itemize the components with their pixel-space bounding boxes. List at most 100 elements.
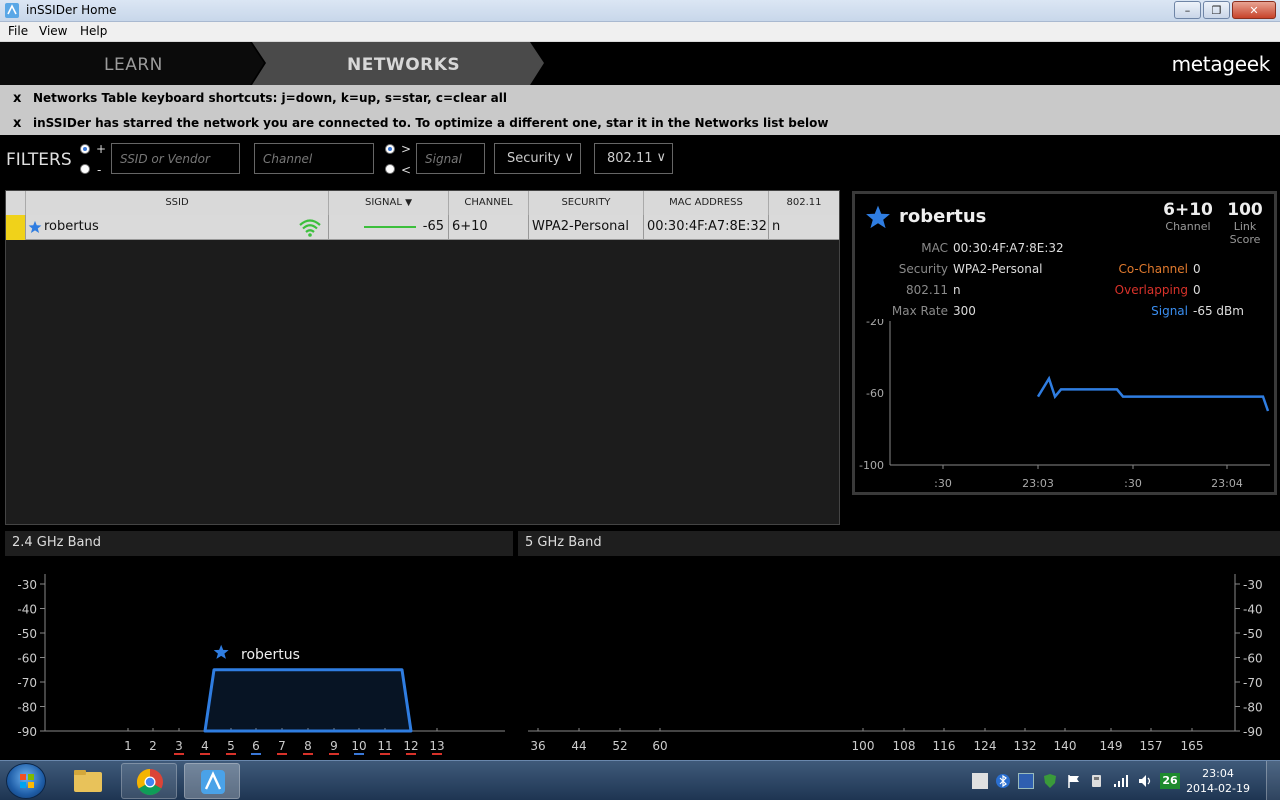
filters-label: FILTERS — [6, 150, 72, 170]
network-color-swatch — [6, 215, 26, 240]
menu-file[interactable]: File — [8, 24, 28, 38]
tray-clock[interactable]: 23:04 2014-02-19 — [1186, 766, 1250, 796]
tab-networks[interactable]: NETWORKS — [347, 55, 460, 75]
detail-channel-label: Channel — [1165, 220, 1211, 233]
action-center-flag-icon[interactable] — [1066, 773, 1082, 789]
tray-app-icon[interactable] — [972, 773, 988, 789]
x-tick-label: 5 — [227, 739, 235, 753]
x-tick-label: 108 — [893, 739, 916, 753]
star-icon — [213, 644, 229, 659]
exclude-label: - — [97, 163, 102, 177]
header-security[interactable]: SECURITY — [529, 191, 644, 215]
taskbar-explorer[interactable] — [60, 763, 116, 799]
filters-bar: FILTERS + - SSID or Vendor Channel > < S… — [0, 136, 1280, 181]
star-icon[interactable] — [28, 220, 42, 234]
tray-network-app-icon[interactable] — [1018, 773, 1034, 789]
signal-input[interactable]: Signal — [416, 143, 485, 174]
cell-signal: -65 — [329, 215, 449, 240]
network-detail-panel: robertus 6+10 Channel 100 Link Score MAC… — [852, 191, 1277, 495]
y-tick-label: -40 — [17, 603, 37, 617]
close-icon[interactable]: ✕ — [1232, 1, 1276, 19]
y-tick-label: -50 — [17, 627, 37, 641]
overlapping-label: Overlapping — [1114, 283, 1188, 297]
notice-text: inSSIDer has starred the network you are… — [33, 116, 829, 130]
x-tick-label: 23:03 — [1022, 477, 1054, 489]
taskbar-inssider[interactable] — [184, 763, 240, 799]
folder-icon — [74, 770, 102, 792]
detail-link-score-label: Link Score — [1229, 220, 1261, 246]
band-24ghz-panel: 2.4 GHz Band -30 -40 -50 -60 -70 -80 -90 1 2 3 4 5 6… — [5, 531, 513, 759]
x-tick-label: 36 — [530, 739, 545, 753]
x-tick-label: 8 — [304, 739, 312, 753]
header-signal-label: SIGNAL — [364, 197, 402, 208]
header-dot11[interactable]: 802.11 — [769, 191, 839, 215]
notice-shortcuts: x Networks Table keyboard shortcuts: j=d… — [0, 85, 1280, 110]
windows-logo-icon — [20, 774, 34, 788]
notice-starred: x inSSIDer has starred the network you a… — [0, 110, 1280, 135]
table-row[interactable]: robertus -65 6+10 WPA2-Personal 00:30:4F… — [6, 215, 839, 240]
inssider-app-icon — [5, 3, 19, 18]
tray-date: 2014-02-19 — [1186, 782, 1250, 795]
detail-link-score: 100 — [1227, 200, 1263, 220]
signal-value: -65 dBm — [1193, 304, 1244, 318]
signal-history-chart: -20 -60 -100:30 23:03:30 23:04 — [859, 319, 1270, 489]
inssider-icon — [201, 770, 225, 794]
y-tick-label: -60 — [17, 652, 37, 666]
volume-icon[interactable] — [1137, 773, 1153, 789]
header-ssid[interactable]: SSID — [26, 191, 329, 215]
x-tick-label: 60 — [652, 739, 667, 753]
chevron-down-icon: ∨ — [564, 150, 574, 165]
y-tick-label: -40 — [1243, 603, 1263, 617]
detail-ssid: robertus — [899, 206, 987, 227]
cell-mac: 00:30:4F:A7:8E:32 — [644, 215, 769, 240]
y-tick-label: -90 — [1243, 725, 1263, 739]
header-signal[interactable]: SIGNAL ▼ — [329, 191, 449, 215]
cell-ssid: robertus — [26, 215, 329, 240]
menu-help[interactable]: Help — [80, 24, 107, 38]
show-desktop-button[interactable] — [1266, 761, 1280, 800]
y-tick-label: -70 — [17, 676, 37, 690]
networks-table: SSID SIGNAL ▼ CHANNEL SECURITY MAC ADDRE… — [5, 190, 840, 525]
ssid-vendor-input[interactable]: SSID or Vendor — [111, 143, 240, 174]
y-tick-label: -20 — [866, 319, 884, 328]
x-tick-label: 9 — [330, 739, 338, 753]
dot11-label: 802.11 — [906, 283, 948, 297]
star-icon[interactable] — [865, 204, 891, 230]
security-shield-icon[interactable] — [1042, 773, 1058, 789]
metageek-logo: metageek — [1171, 52, 1271, 76]
ssid-text: robertus — [44, 219, 99, 234]
title-bar: inSSIDer Home – ❐ ✕ — [0, 0, 1280, 22]
bluetooth-icon[interactable] — [995, 773, 1011, 789]
tab-learn[interactable]: LEARN — [104, 55, 163, 75]
dot11-dropdown[interactable]: 802.11 ∨ — [594, 143, 673, 174]
lt-label: < — [401, 163, 412, 177]
exclude-radio[interactable] — [80, 164, 90, 174]
wifi-signal-icon[interactable] — [1113, 773, 1129, 789]
include-radio[interactable] — [80, 144, 90, 154]
tray-time: 23:04 — [1202, 767, 1234, 780]
y-tick-label: -60 — [866, 387, 884, 400]
security-label: Security — [898, 262, 948, 276]
tray-badge-icon[interactable]: 26 — [1160, 773, 1180, 789]
signal-gt-radio[interactable] — [385, 144, 395, 154]
restore-icon[interactable]: ❐ — [1203, 1, 1230, 19]
x-tick-label: 132 — [1014, 739, 1037, 753]
security-dropdown-label: Security — [507, 151, 561, 166]
start-button[interactable] — [6, 763, 46, 799]
y-tick-label: -70 — [1243, 676, 1263, 690]
usb-device-icon[interactable] — [1089, 773, 1105, 789]
close-notice-icon[interactable]: x — [13, 116, 21, 131]
channel-input[interactable]: Channel — [254, 143, 374, 174]
x-tick-label: 100 — [852, 739, 875, 753]
signal-lt-radio[interactable] — [385, 164, 395, 174]
header-channel[interactable]: CHANNEL — [449, 191, 529, 215]
close-notice-icon[interactable]: x — [13, 91, 21, 106]
dot11-dropdown-label: 802.11 — [607, 151, 653, 166]
minimize-icon[interactable]: – — [1174, 1, 1201, 19]
security-dropdown[interactable]: Security ∨ — [494, 143, 581, 174]
menu-view[interactable]: View — [39, 24, 67, 38]
signal-bar — [364, 226, 416, 228]
notice-text: Networks Table keyboard shortcuts: j=dow… — [33, 91, 507, 105]
header-mac[interactable]: MAC ADDRESS — [644, 191, 769, 215]
taskbar-chrome[interactable] — [121, 763, 177, 799]
